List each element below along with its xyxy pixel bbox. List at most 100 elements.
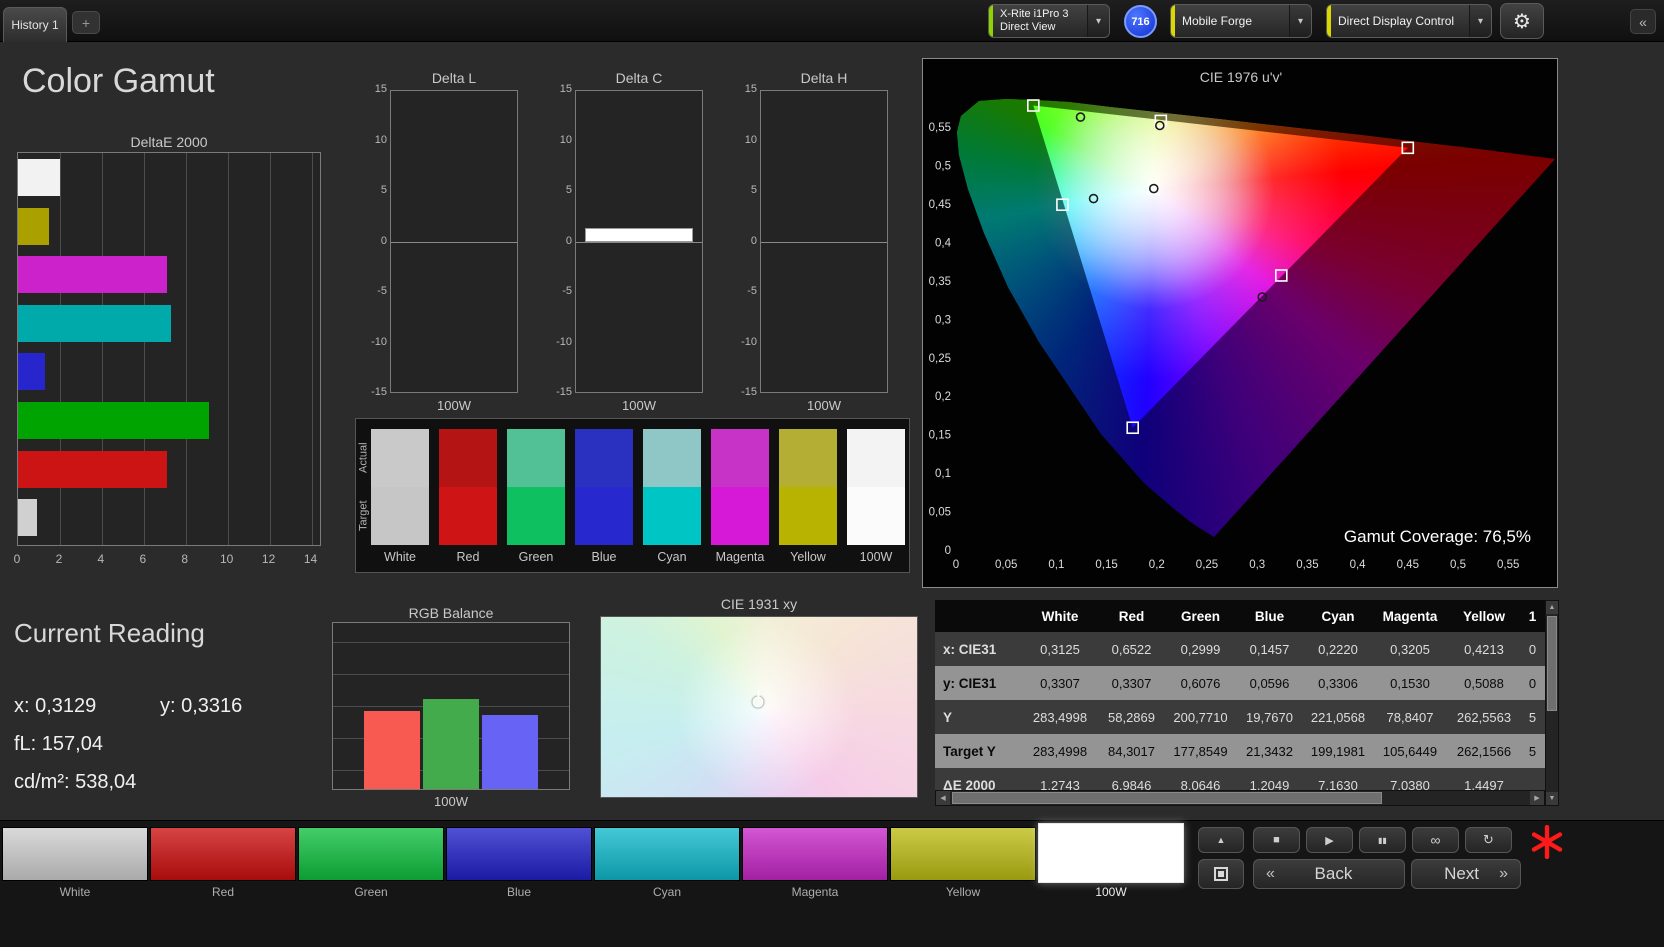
table-row[interactable]: Y 283,4998 58,2869 200,7710 19,7670 221,0568 7…: [935, 700, 1545, 734]
patch-100w[interactable]: [1038, 823, 1184, 883]
table-cell: 0,6522: [1111, 641, 1152, 657]
chevron-down-icon[interactable]: ▾: [1087, 5, 1109, 37]
table-cell: 262,1566: [1456, 743, 1512, 759]
axis-tick-label: 0,3: [1249, 559, 1265, 571]
table-cell: 177,8549: [1173, 743, 1228, 759]
chevron-down-icon[interactable]: ▾: [1289, 5, 1311, 37]
axis-tick-label: -15: [371, 386, 387, 398]
gridline: [311, 153, 313, 545]
patch-window-button[interactable]: [1198, 859, 1244, 889]
axis-tick-label: 15: [744, 83, 757, 95]
table-vertical-scrollbar[interactable]: ▲ ▼: [1545, 600, 1559, 806]
table-cell: 0,3307: [1111, 675, 1152, 691]
add-tab-button[interactable]: +: [72, 11, 100, 34]
table-cell: 0,1457: [1249, 641, 1290, 657]
actual-row-label: Actual: [357, 442, 370, 474]
row-label-cell: x: CIE31: [943, 641, 997, 657]
axis-tick-label: 0,5: [935, 161, 951, 173]
cie1931-color-field: [600, 616, 918, 798]
patch-cyan[interactable]: [594, 827, 740, 881]
table-cell: 19,7670: [1246, 709, 1293, 725]
meter-count-badge[interactable]: 716: [1124, 5, 1157, 38]
table-row[interactable]: ΔE 2000 1,2743 6,9846 8,0646 1,2049 7,1630 7,0…: [935, 768, 1545, 790]
swatch-actual-red: [439, 429, 497, 487]
reading-y: y: 0,3316: [160, 695, 243, 717]
next-button[interactable]: Next »: [1411, 859, 1521, 889]
patch-label: Yellow: [945, 885, 981, 899]
table-cell: 0,2999: [1180, 641, 1221, 657]
tab-label: History 1: [11, 18, 59, 32]
patch-label: Green: [354, 885, 388, 899]
display-control-button[interactable]: Direct Display Control ▾: [1326, 4, 1492, 38]
table-cell: 0,2220: [1318, 641, 1358, 657]
swatch-actual-cyan: [643, 429, 701, 487]
continuous-read-button[interactable]: ∞: [1412, 827, 1459, 853]
pause-button[interactable]: ▮▮: [1359, 827, 1406, 853]
chart-plot-area: [575, 90, 703, 393]
patch-yellow[interactable]: [890, 827, 1036, 881]
table-header-cell: Cyan: [1321, 608, 1355, 624]
scrollbar-thumb[interactable]: [1547, 616, 1557, 711]
axis-tick-label: 0: [380, 234, 387, 247]
swatch-actual-blue: [575, 429, 633, 487]
gridline: [333, 674, 569, 676]
settings-gear-button[interactable]: ⚙: [1500, 3, 1544, 39]
deltae-bar-100w: [18, 499, 37, 537]
axis-tick-label: 0,4: [1350, 559, 1367, 571]
table-row[interactable]: x: CIE31 0,3125 0,6522 0,2999 0,1457 0,2220 0,…: [935, 632, 1545, 666]
deltae-bar-cyan: [18, 304, 172, 342]
zero-axis-line: [391, 242, 517, 243]
swatch-label: Blue: [591, 550, 617, 564]
table-cell: 58,2869: [1108, 709, 1155, 725]
meter-select-button[interactable]: X-Rite i1Pro 3 Direct View ▾: [988, 4, 1110, 38]
axis-series-label: 100W: [434, 794, 468, 809]
table-row[interactable]: y: CIE31 0,3307 0,3307 0,6076 0,0596 0,3306 0,…: [935, 666, 1545, 700]
axis-tick-label: 14: [303, 552, 318, 566]
chart-title: Delta H: [800, 70, 848, 86]
chevron-down-icon[interactable]: ▾: [1469, 5, 1491, 37]
swatch-actual-green: [507, 429, 565, 487]
swatch-target-100w: [847, 487, 905, 545]
deltae2000-plot-area: [17, 152, 321, 546]
refresh-button[interactable]: ↻: [1465, 827, 1512, 853]
patch-green[interactable]: [298, 827, 444, 881]
axis-tick-label: -10: [556, 335, 572, 348]
table-cell: 8,0646: [1180, 777, 1221, 791]
play-button[interactable]: ▶: [1306, 827, 1353, 853]
stop-button[interactable]: ■: [1253, 827, 1300, 853]
row-label-cell: Y: [943, 709, 953, 725]
patch-label: 100W: [1095, 885, 1127, 899]
asterisk-icon[interactable]: [1530, 825, 1564, 859]
swatch-label: Magenta: [715, 550, 765, 564]
chart-title: Delta L: [431, 70, 477, 86]
up-button[interactable]: ▲: [1198, 827, 1244, 853]
table-horizontal-scrollbar[interactable]: ◀ ▶: [935, 790, 1545, 806]
patch-label: Red: [211, 885, 234, 899]
tab-history-1[interactable]: History 1: [3, 7, 67, 42]
chart-title: RGB Balance: [408, 605, 494, 621]
scroll-left-button[interactable]: ◀: [936, 791, 950, 805]
meter-line1: X-Rite i1Pro 3: [1000, 8, 1069, 20]
scroll-up-button[interactable]: ▲: [1546, 601, 1558, 614]
collapse-panel-button[interactable]: «: [1630, 9, 1656, 34]
deltae-bar-red: [18, 450, 167, 488]
table-cell: 0,3125: [1040, 641, 1080, 657]
axis-tick-label: -10: [741, 335, 757, 348]
scroll-down-button[interactable]: ▼: [1546, 792, 1558, 805]
table-header-cell: Green: [1180, 608, 1221, 624]
back-button[interactable]: « Back: [1253, 859, 1405, 889]
table-row[interactable]: Target Y 283,4998 84,3017 177,8549 21,3432 19…: [935, 734, 1545, 768]
delta-bar: [585, 228, 693, 243]
scrollbar-thumb[interactable]: [952, 792, 1382, 804]
axis-tick-label: 2: [55, 552, 63, 566]
source-select-button[interactable]: Mobile Forge ▾: [1170, 4, 1312, 38]
table-cell: 1,2049: [1249, 777, 1290, 791]
patch-white[interactable]: [2, 827, 148, 881]
scroll-right-button[interactable]: ▶: [1530, 791, 1544, 805]
swatch-target-red: [439, 487, 497, 545]
table-header-cell: Blue: [1254, 608, 1285, 624]
axis-tick-label: -5: [377, 285, 387, 297]
patch-blue[interactable]: [446, 827, 592, 881]
patch-magenta[interactable]: [742, 827, 888, 881]
patch-red[interactable]: [150, 827, 296, 881]
